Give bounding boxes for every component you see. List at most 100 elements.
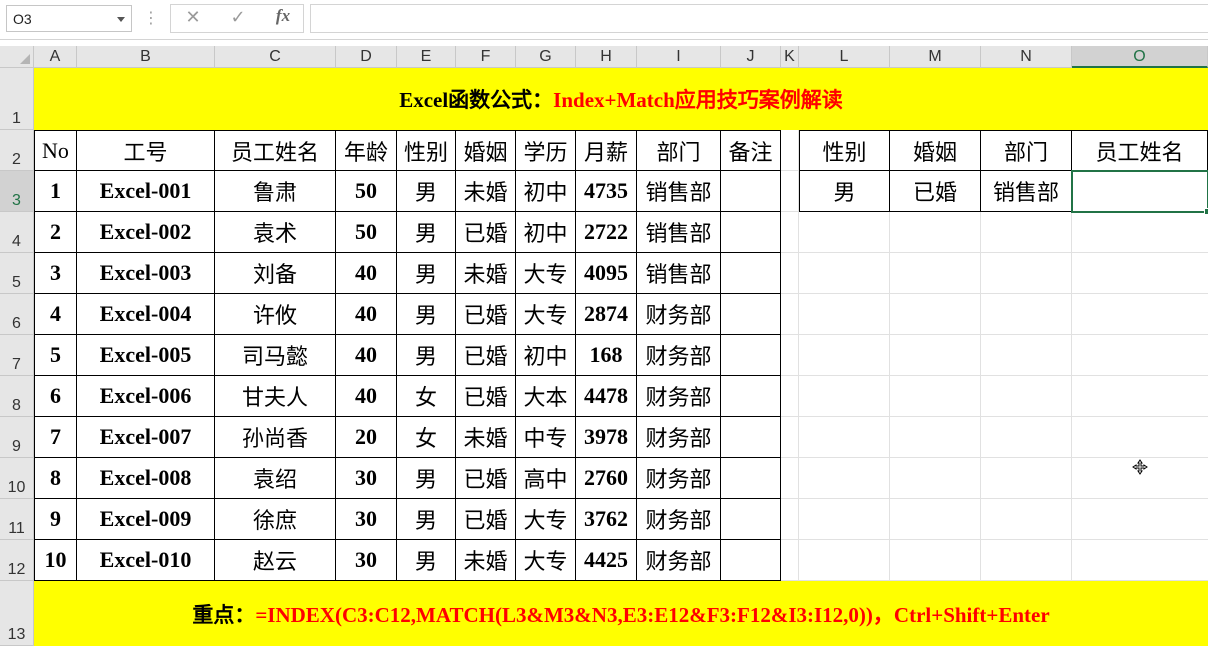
row-header-8[interactable]: 8: [0, 376, 34, 417]
row-header-7[interactable]: 7: [0, 335, 34, 376]
table-cell[interactable]: 10: [34, 540, 77, 581]
table-cell[interactable]: 50: [336, 212, 397, 253]
table-cell[interactable]: 3: [34, 253, 77, 294]
table-cell[interactable]: [721, 212, 781, 253]
table-cell[interactable]: 4: [34, 294, 77, 335]
table-cell[interactable]: 财务部: [637, 417, 721, 458]
table-cell[interactable]: 男: [397, 253, 456, 294]
table-cell[interactable]: [721, 540, 781, 581]
name-box[interactable]: O3: [6, 5, 132, 32]
query-value-cell[interactable]: 已婚: [890, 171, 981, 212]
header-cell[interactable]: 员工姓名: [215, 130, 336, 171]
header-cell[interactable]: No: [34, 130, 77, 171]
table-cell[interactable]: 30: [336, 540, 397, 581]
table-cell[interactable]: 财务部: [637, 294, 721, 335]
table-cell[interactable]: 已婚: [456, 294, 516, 335]
table-cell[interactable]: Excel-007: [77, 417, 215, 458]
row-header-1[interactable]: 1: [0, 68, 34, 130]
chevron-down-icon[interactable]: [117, 17, 125, 22]
table-cell[interactable]: [721, 417, 781, 458]
table-cell[interactable]: 40: [336, 294, 397, 335]
query-header-cell[interactable]: 婚姻: [890, 130, 981, 171]
column-header-i[interactable]: I: [637, 46, 721, 68]
query-header-cell[interactable]: 部门: [981, 130, 1072, 171]
table-cell[interactable]: 销售部: [637, 171, 721, 212]
table-cell[interactable]: 2: [34, 212, 77, 253]
table-cell[interactable]: 20: [336, 417, 397, 458]
row-header-9[interactable]: 9: [0, 417, 34, 458]
select-all-button[interactable]: [0, 46, 34, 68]
table-cell[interactable]: 销售部: [637, 212, 721, 253]
header-cell[interactable]: 学历: [516, 130, 576, 171]
query-header-cell[interactable]: 员工姓名: [1072, 130, 1208, 171]
table-cell[interactable]: 2874: [576, 294, 637, 335]
header-cell[interactable]: 部门: [637, 130, 721, 171]
table-cell[interactable]: 2722: [576, 212, 637, 253]
table-cell[interactable]: 孙尚香: [215, 417, 336, 458]
header-cell[interactable]: 婚姻: [456, 130, 516, 171]
table-cell[interactable]: 7: [34, 417, 77, 458]
table-cell[interactable]: [721, 171, 781, 212]
table-cell[interactable]: 财务部: [637, 540, 721, 581]
table-cell[interactable]: 9: [34, 499, 77, 540]
table-cell[interactable]: 高中: [516, 458, 576, 499]
row-header-4[interactable]: 4: [0, 212, 34, 253]
table-cell[interactable]: 袁绍: [215, 458, 336, 499]
row-header-6[interactable]: 6: [0, 294, 34, 335]
fill-handle[interactable]: [1204, 208, 1208, 215]
table-cell[interactable]: 168: [576, 335, 637, 376]
table-cell[interactable]: 财务部: [637, 376, 721, 417]
table-cell[interactable]: 财务部: [637, 335, 721, 376]
insert-function-icon[interactable]: fx: [269, 6, 297, 30]
table-cell[interactable]: 已婚: [456, 212, 516, 253]
table-cell[interactable]: Excel-003: [77, 253, 215, 294]
table-cell[interactable]: 销售部: [637, 253, 721, 294]
table-cell[interactable]: Excel-006: [77, 376, 215, 417]
column-header-o[interactable]: O: [1072, 46, 1208, 68]
table-cell[interactable]: 男: [397, 212, 456, 253]
enter-icon[interactable]: ✓: [224, 6, 252, 30]
row-header-5[interactable]: 5: [0, 253, 34, 294]
table-cell[interactable]: 8: [34, 458, 77, 499]
column-header-j[interactable]: J: [721, 46, 781, 68]
table-cell[interactable]: 6: [34, 376, 77, 417]
table-cell[interactable]: 3978: [576, 417, 637, 458]
table-cell[interactable]: 已婚: [456, 458, 516, 499]
table-cell[interactable]: 甘夫人: [215, 376, 336, 417]
query-value-cell[interactable]: 销售部: [981, 171, 1072, 212]
table-cell[interactable]: 女: [397, 376, 456, 417]
table-cell[interactable]: 初中: [516, 171, 576, 212]
column-header-n[interactable]: N: [981, 46, 1072, 68]
table-cell[interactable]: 已婚: [456, 499, 516, 540]
table-cell[interactable]: 徐庶: [215, 499, 336, 540]
table-cell[interactable]: 女: [397, 417, 456, 458]
table-cell[interactable]: 大专: [516, 294, 576, 335]
table-cell[interactable]: Excel-005: [77, 335, 215, 376]
query-value-cell[interactable]: 男: [799, 171, 890, 212]
row-header-12[interactable]: 12: [0, 540, 34, 581]
table-cell[interactable]: 初中: [516, 335, 576, 376]
table-cell[interactable]: 许攸: [215, 294, 336, 335]
table-cell[interactable]: 4735: [576, 171, 637, 212]
table-cell[interactable]: 赵云: [215, 540, 336, 581]
table-cell[interactable]: [721, 294, 781, 335]
row-header-11[interactable]: 11: [0, 499, 34, 540]
table-cell[interactable]: 大本: [516, 376, 576, 417]
cancel-icon[interactable]: ✕: [179, 6, 207, 30]
table-cell[interactable]: 4095: [576, 253, 637, 294]
table-cell[interactable]: 鲁肃: [215, 171, 336, 212]
table-cell[interactable]: 40: [336, 253, 397, 294]
table-cell[interactable]: 未婚: [456, 253, 516, 294]
header-cell[interactable]: 备注: [721, 130, 781, 171]
table-cell[interactable]: 1: [34, 171, 77, 212]
table-cell[interactable]: 袁术: [215, 212, 336, 253]
table-cell[interactable]: 4425: [576, 540, 637, 581]
column-header-k[interactable]: K: [781, 46, 799, 68]
table-cell[interactable]: Excel-004: [77, 294, 215, 335]
column-header-a[interactable]: A: [34, 46, 77, 68]
table-cell[interactable]: Excel-001: [77, 171, 215, 212]
table-cell[interactable]: 大专: [516, 540, 576, 581]
table-cell[interactable]: 未婚: [456, 540, 516, 581]
table-cell[interactable]: 未婚: [456, 417, 516, 458]
table-cell[interactable]: 30: [336, 499, 397, 540]
